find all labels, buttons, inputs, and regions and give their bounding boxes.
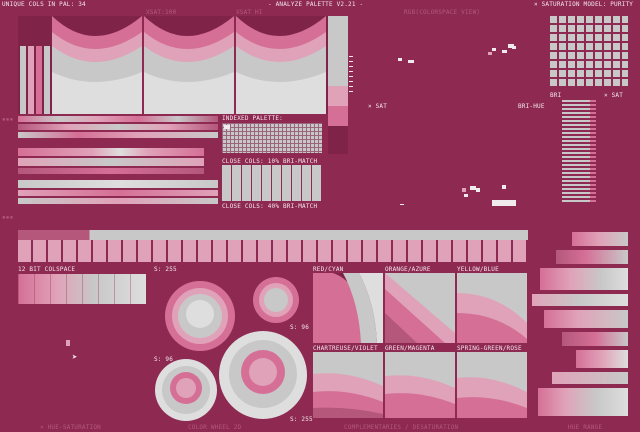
bri-hue-label: BRI-HUE xyxy=(518,103,545,110)
hue-curve-panel xyxy=(18,16,328,114)
palette-strips xyxy=(18,116,218,210)
color-wheel-small-bottom[interactable] xyxy=(154,358,218,422)
close-cols-grid-1 xyxy=(222,165,322,201)
red-cyan-label: RED/CYAN xyxy=(313,266,344,273)
sat-right-label: × SAT xyxy=(604,92,624,99)
s255-bottom-label: S: 255 xyxy=(290,416,313,423)
s255-top-label: S: 255 xyxy=(154,266,177,273)
color-wheel-small-top[interactable] xyxy=(252,276,300,324)
bri-hue-bars xyxy=(562,100,590,204)
sat-axis-label: × SAT xyxy=(368,103,388,110)
orange-azure-label: ORANGE/AZURE xyxy=(385,266,431,273)
complementary-green-magenta xyxy=(385,352,455,418)
close-cols-label-1: CLOSE COLS: 10% BRI-MATCH xyxy=(222,158,318,165)
yellow-blue-label: YELLOW/BLUE xyxy=(457,266,499,273)
indexed-palette-label: INDEXED PALETTE: xyxy=(222,115,283,122)
app-title: - ANALYZE PALETTE V2.21 - xyxy=(268,1,364,8)
footer-hue-range: HUE RANGE xyxy=(568,424,603,431)
side-label-2: ▪▪▪ xyxy=(2,214,14,221)
small-dot xyxy=(66,340,70,346)
xsat-label: XSAT:100 xyxy=(146,9,177,16)
color-wheel-large-bottom[interactable] xyxy=(218,330,308,420)
chartreuse-violet-label: CHARTREUSE/VIOLET xyxy=(313,345,378,352)
rgb-view-label: RGB(COLORSPACE VIEW) xyxy=(404,9,481,16)
spring-rose-label: SPRING-GREEN/ROSE xyxy=(457,345,522,352)
brightness-strip xyxy=(328,16,348,154)
saturation-model-toggle[interactable]: × SATURATION MODEL: PURITY xyxy=(534,1,633,8)
side-label-1: ▪▪▪ xyxy=(2,116,14,123)
bri-label: BRI xyxy=(550,92,562,99)
complementary-spring-rose xyxy=(457,352,527,418)
mouse-cursor-icon: ➤ xyxy=(72,353,78,363)
close-cols-label-2: CLOSE COLS: 40% BRI-MATCH xyxy=(222,203,318,210)
footer-hue-saturation: × HUE-SATURATION xyxy=(40,424,101,431)
complementary-red-cyan xyxy=(313,273,383,343)
bri-hue-side xyxy=(590,100,596,204)
green-magenta-label: GREEN/MAGENTA xyxy=(385,345,435,352)
hue-range-panel xyxy=(532,232,628,422)
complementary-chartreuse-violet xyxy=(313,352,383,418)
colorspace-scatter[interactable] xyxy=(352,16,548,228)
sat-grid xyxy=(550,16,628,86)
xsat-hi-label: XSAT HI xyxy=(236,9,263,16)
colspace-label: 12 BIT COLSPACE xyxy=(18,266,76,273)
complementary-yellow-blue xyxy=(457,273,527,343)
indexed-palette-grid[interactable] xyxy=(222,123,322,153)
palette-bar[interactable] xyxy=(18,230,528,262)
complementary-orange-azure xyxy=(385,273,455,343)
colspace-panel xyxy=(18,274,146,304)
footer-color-wheel: COLOR WHEEL 2D xyxy=(188,424,242,431)
footer-complementaries: COMPLEMENTARIES / DESATURATION xyxy=(344,424,459,431)
unique-cols-label: UNIQUE COLS IN PAL: 34 xyxy=(2,1,86,8)
